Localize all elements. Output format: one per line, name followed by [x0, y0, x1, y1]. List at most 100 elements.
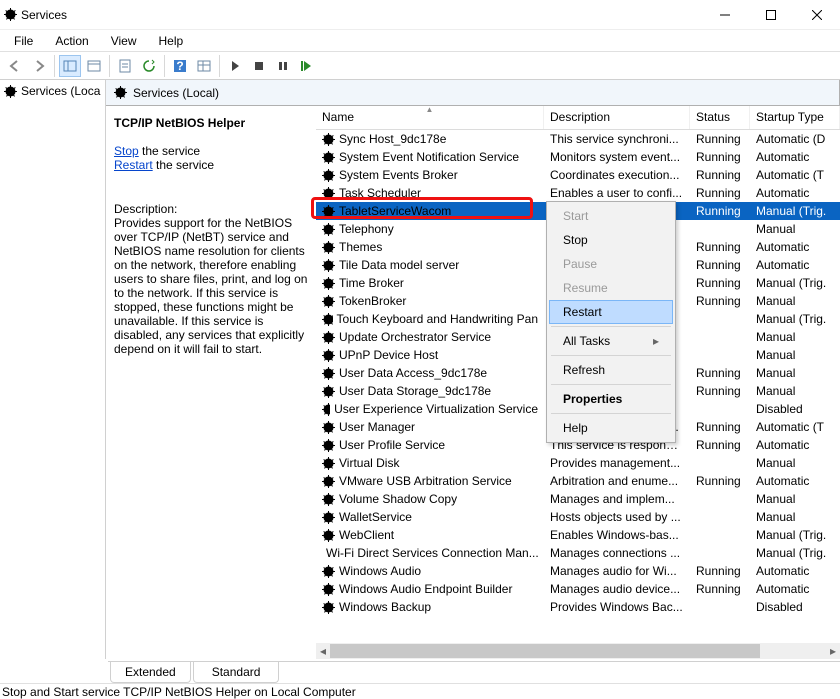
service-name: UPnP Device Host	[339, 348, 438, 362]
service-name: Windows Audio	[339, 564, 421, 578]
window-title: Services	[21, 8, 702, 22]
service-startup-type: Automatic	[750, 474, 840, 488]
status-bar: Stop and Start service TCP/IP NetBIOS He…	[0, 683, 840, 699]
view-options-button[interactable]	[193, 55, 215, 77]
minimize-button[interactable]	[702, 0, 748, 30]
gear-icon	[322, 349, 335, 362]
service-row[interactable]: Task SchedulerEnables a user to confi...…	[316, 184, 840, 202]
tab-extended[interactable]: Extended	[110, 662, 191, 683]
service-startup-type: Automatic (T	[750, 420, 840, 434]
service-row[interactable]: Windows BackupProvides Windows Bac...Dis…	[316, 598, 840, 616]
service-status: Running	[690, 186, 750, 200]
export-list-button[interactable]	[83, 55, 105, 77]
service-name: Virtual Disk	[339, 456, 399, 470]
ctx-refresh[interactable]: Refresh	[549, 358, 673, 382]
status-text: Stop and Start service TCP/IP NetBIOS He…	[2, 685, 356, 699]
ctx-pause: Pause	[549, 252, 673, 276]
refresh-button[interactable]	[138, 55, 160, 77]
service-description: Manages connections ...	[544, 546, 690, 560]
gear-icon	[322, 367, 335, 380]
service-status: Running	[690, 366, 750, 380]
service-description: Provides Windows Bac...	[544, 600, 690, 614]
column-name[interactable]: Name	[316, 106, 544, 129]
gear-icon	[322, 259, 335, 272]
restart-service-link[interactable]: Restart	[114, 158, 153, 172]
service-row[interactable]: Wi-Fi Direct Services Connection Man... M…	[316, 544, 840, 562]
service-description: Manages audio device...	[544, 582, 690, 596]
console-tree-pane[interactable]: Services (Loca	[0, 80, 106, 659]
gear-icon	[322, 187, 335, 200]
service-description: Manages and implem...	[544, 492, 690, 506]
service-name: User Profile Service	[339, 438, 445, 452]
stop-service-button[interactable]	[248, 55, 270, 77]
ctx-all-tasks[interactable]: All Tasks▸	[549, 329, 673, 353]
service-row[interactable]: Sync Host_9dc178eThis service synchroni.…	[316, 130, 840, 148]
service-startup-type: Automatic	[750, 150, 840, 164]
service-startup-type: Manual	[750, 384, 840, 398]
service-startup-type: Manual	[750, 456, 840, 470]
column-status[interactable]: Status	[690, 106, 750, 129]
tree-item-label: Services (Loca	[21, 84, 100, 98]
stop-service-link[interactable]: Stop	[114, 144, 139, 158]
service-row[interactable]: Windows Audio Endpoint BuilderManages au…	[316, 580, 840, 598]
properties-button[interactable]	[114, 55, 136, 77]
service-name: Wi-Fi Direct Services Connection Man...	[326, 546, 539, 560]
right-pane-header: Services (Local)	[106, 80, 840, 106]
service-row[interactable]: VMware USB Arbitration ServiceArbitratio…	[316, 472, 840, 490]
gear-icon	[322, 439, 335, 452]
service-row[interactable]: Volume Shadow CopyManages and implem...M…	[316, 490, 840, 508]
forward-button[interactable]	[28, 55, 50, 77]
service-startup-type: Manual (Trig.	[750, 546, 840, 560]
ctx-properties[interactable]: Properties	[549, 387, 673, 411]
maximize-button[interactable]	[748, 0, 794, 30]
ctx-stop[interactable]: Stop	[549, 228, 673, 252]
service-startup-type: Manual	[750, 510, 840, 524]
service-status: Running	[690, 168, 750, 182]
ctx-resume: Resume	[549, 276, 673, 300]
menu-view[interactable]: View	[101, 32, 147, 50]
ctx-restart[interactable]: Restart	[549, 300, 673, 324]
start-service-button[interactable]	[224, 55, 246, 77]
gear-icon	[322, 457, 335, 470]
gear-icon	[322, 241, 335, 254]
service-row[interactable]: WebClientEnables Windows-bas...Manual (T…	[316, 526, 840, 544]
menu-action[interactable]: Action	[45, 32, 98, 50]
service-name: TokenBroker	[339, 294, 406, 308]
service-row[interactable]: Windows AudioManages audio for Wi...Runn…	[316, 562, 840, 580]
tree-item-services-local[interactable]: Services (Loca	[0, 80, 105, 102]
menu-help[interactable]: Help	[149, 32, 194, 50]
restart-service-button[interactable]	[296, 55, 318, 77]
service-startup-type: Manual	[750, 348, 840, 362]
gear-icon	[322, 493, 335, 506]
gear-icon	[322, 385, 335, 398]
column-startup-type[interactable]: Startup Type	[750, 106, 840, 129]
service-list[interactable]: Name Description Status Startup Type Syn…	[316, 106, 840, 659]
service-name: System Event Notification Service	[339, 150, 519, 164]
show-hide-tree-button[interactable]	[59, 55, 81, 77]
menu-file[interactable]: File	[4, 32, 43, 50]
gear-icon	[322, 403, 330, 416]
ctx-help[interactable]: Help	[549, 416, 673, 440]
view-tabs: Extended Standard	[108, 661, 840, 683]
close-button[interactable]	[794, 0, 840, 30]
service-row[interactable]: System Events BrokerCoordinates executio…	[316, 166, 840, 184]
column-description[interactable]: Description	[544, 106, 690, 129]
service-name: WebClient	[339, 528, 394, 542]
gear-icon	[322, 313, 333, 326]
gear-icon	[114, 86, 127, 99]
horizontal-scrollbar[interactable]: ◂ ▸	[316, 643, 840, 659]
service-row[interactable]: Virtual Disk Provides management... Manual	[316, 454, 840, 472]
service-description: Monitors system event...	[544, 150, 690, 164]
tab-standard[interactable]: Standard	[193, 662, 280, 683]
help-button[interactable]: ?	[169, 55, 191, 77]
service-row[interactable]: WalletServiceHosts objects used by ...Ma…	[316, 508, 840, 526]
back-button[interactable]	[4, 55, 26, 77]
service-description: Provides management...	[544, 456, 690, 470]
svg-text:?: ?	[176, 59, 183, 73]
gear-icon	[322, 205, 335, 218]
selected-service-title: TCP/IP NetBIOS Helper	[114, 116, 308, 130]
pause-service-button[interactable]	[272, 55, 294, 77]
service-name: Tile Data model server	[339, 258, 459, 272]
right-pane-title: Services (Local)	[133, 86, 219, 100]
service-row[interactable]: System Event Notification Service Monitor…	[316, 148, 840, 166]
